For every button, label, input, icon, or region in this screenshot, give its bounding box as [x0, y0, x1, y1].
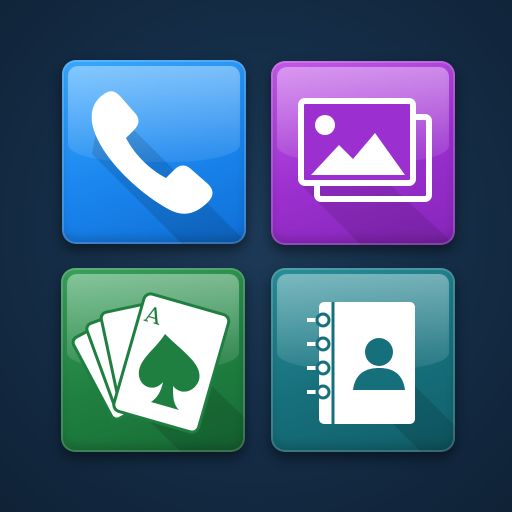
- cards-game-tile[interactable]: A: [61, 268, 245, 452]
- gallery-app-tile[interactable]: [271, 61, 455, 245]
- playing-cards-icon: [71, 292, 245, 452]
- phone-app-tile[interactable]: [62, 60, 246, 244]
- phone-icon: [91, 91, 246, 244]
- gallery-icon: [298, 98, 455, 245]
- contacts-book-icon: [307, 302, 455, 452]
- contacts-app-tile[interactable]: [271, 268, 455, 452]
